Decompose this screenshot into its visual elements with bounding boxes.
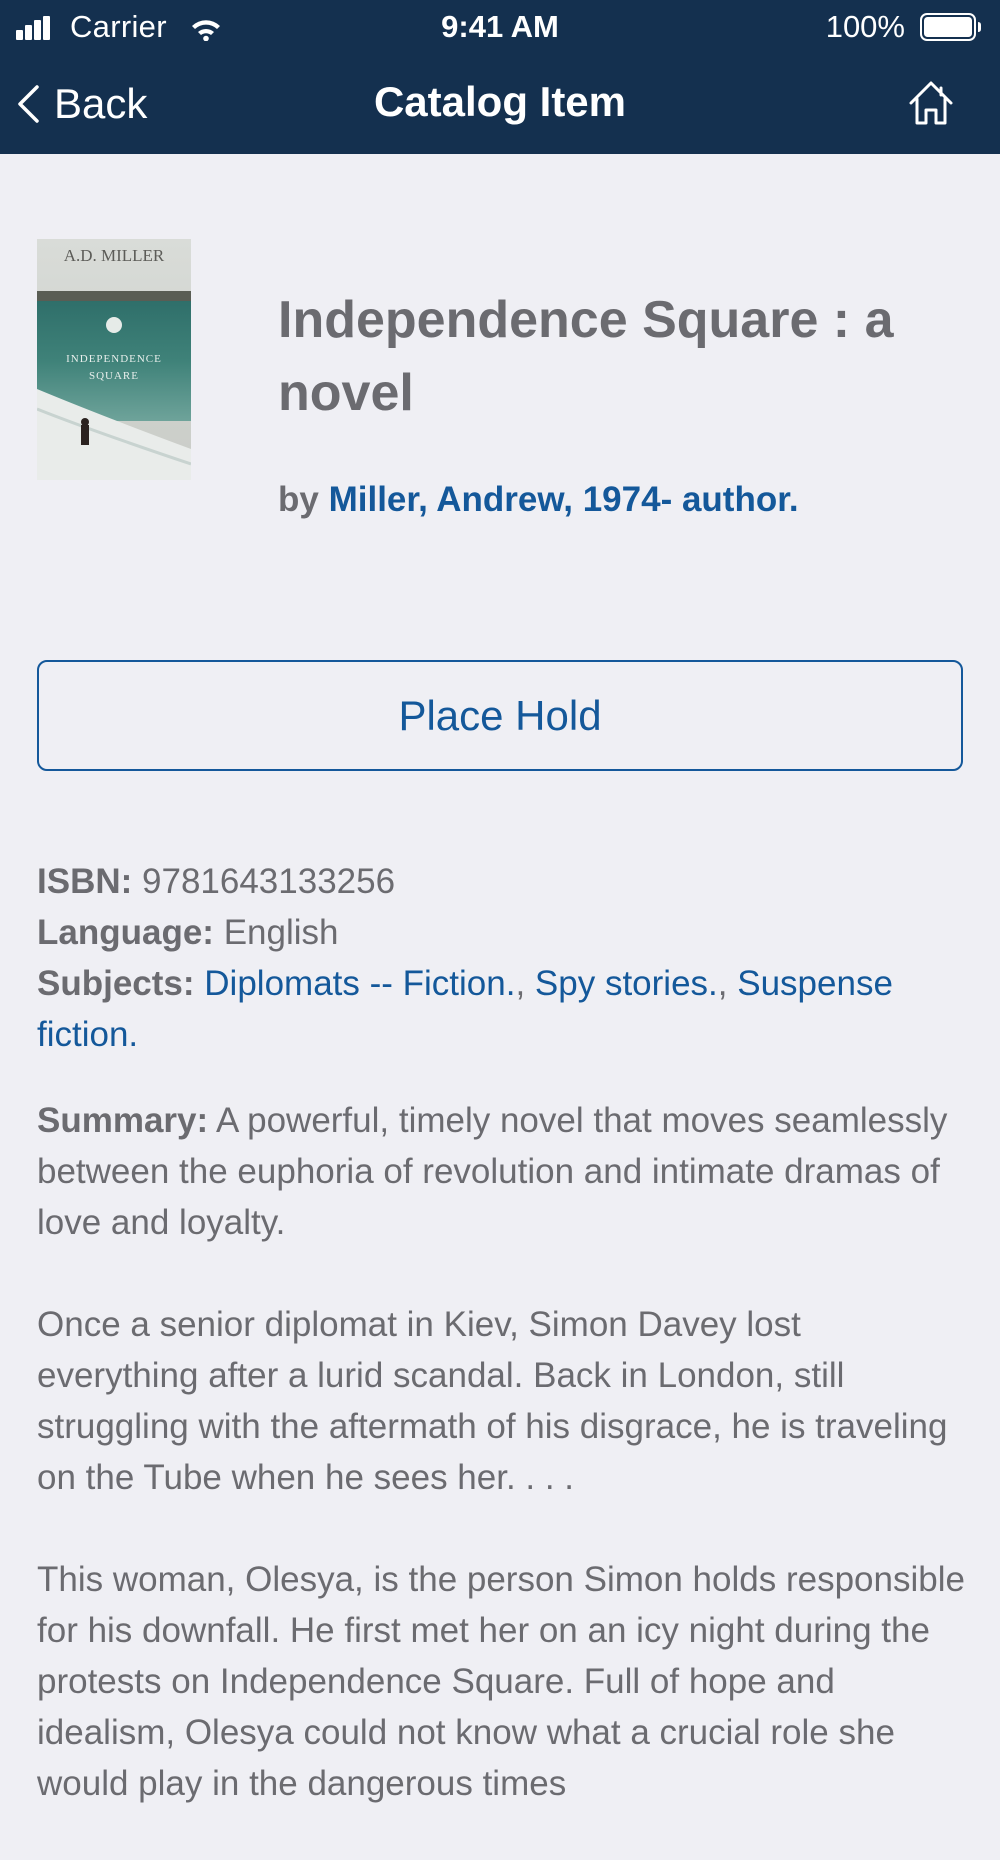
subject-link[interactable]: Spy stories.	[535, 964, 718, 1003]
summary-paragraph: Summary: A powerful, timely novel that m…	[37, 1095, 967, 1248]
back-button[interactable]: Back	[16, 76, 147, 132]
isbn-row: ISBN: 9781643133256	[37, 856, 967, 907]
page-title: Catalog Item	[373, 78, 627, 125]
battery-percentage: 100%	[825, 9, 905, 44]
summary-section: Summary: A powerful, timely novel that m…	[37, 1095, 967, 1860]
author-link[interactable]: Miller, Andrew, 1974- author.	[329, 480, 799, 519]
subject-separator: ,	[717, 964, 728, 1003]
cover-author-text: A.D. MILLER	[64, 246, 165, 265]
back-button-label: Back	[54, 80, 148, 127]
language-label: Language:	[37, 913, 214, 952]
cover-title-line-2: SQUARE	[89, 370, 139, 382]
book-cover-image: A.D. MILLER INDEPENDENCE SQUARE	[37, 239, 191, 480]
by-label: by	[278, 480, 319, 519]
subject-separator: ,	[515, 964, 526, 1003]
top-bar: Carrier 9:41 AM 100% Back Catalog Item	[0, 0, 1000, 154]
isbn-label: ISBN:	[37, 862, 133, 901]
summary-paragraph: Once a senior diplomat in Kiev, Simon Da…	[37, 1305, 948, 1497]
cover-title-line-1: INDEPENDENCE	[66, 353, 162, 365]
isbn-value: 9781643133256	[142, 862, 396, 901]
summary-label: Summary:	[37, 1101, 209, 1140]
subject-link[interactable]: Diplomats -- Fiction.	[204, 964, 515, 1003]
book-title: Independence Square : a novel	[278, 291, 894, 422]
author-line: by Miller, Andrew, 1974- author.	[278, 480, 978, 520]
home-icon[interactable]	[906, 78, 956, 128]
summary-paragraph: This woman, Olesya, is the person Simon …	[37, 1560, 965, 1803]
language-value: English	[223, 913, 339, 952]
place-hold-button[interactable]: Place Hold	[37, 660, 963, 771]
item-details: ISBN: 9781643133256 Language: English Su…	[37, 856, 967, 1060]
status-bar: Carrier 9:41 AM 100%	[0, 0, 1000, 54]
subjects-label: Subjects:	[37, 964, 195, 1003]
subjects-row: Subjects: Diplomats -- Fiction., Spy sto…	[37, 958, 967, 1060]
navigation-bar: Back Catalog Item	[0, 54, 1000, 154]
language-row: Language: English	[37, 907, 967, 958]
battery-icon	[920, 13, 981, 41]
chevron-left-icon	[18, 85, 39, 123]
